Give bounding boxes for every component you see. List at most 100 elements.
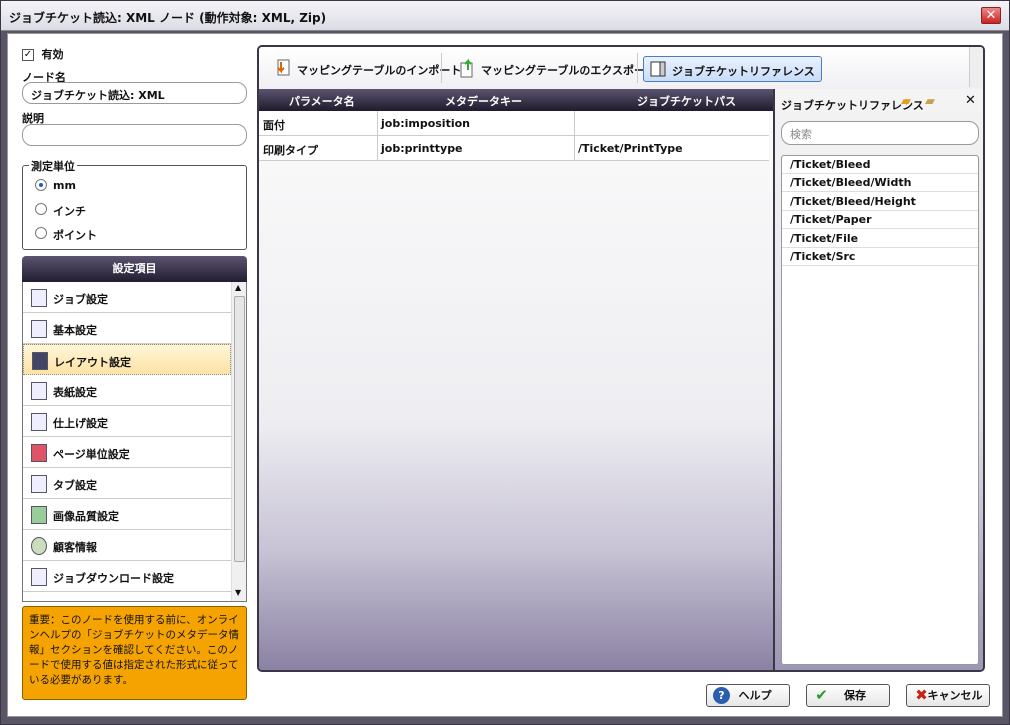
export-icon	[460, 58, 473, 78]
category-label: タブ設定	[53, 479, 97, 492]
help-button-label: ヘルプ	[738, 689, 772, 702]
customer-icon	[31, 537, 47, 555]
reference-close-icon[interactable]: ✕	[965, 93, 976, 108]
category-item-basic[interactable]: 基本設定	[23, 313, 231, 344]
dialog-window: ジョブチケット読込: XML ノード (動作対象: XML, Zip) ✕ ✓ …	[0, 0, 1010, 725]
enabled-checkbox[interactable]: ✓	[22, 49, 34, 61]
cancel-button[interactable]: ✖ キャンセル	[906, 684, 990, 707]
column-header-metadata-key: メタデータキー	[445, 95, 522, 108]
export-mapping-label: マッピングテーブルのエクスポート	[481, 64, 657, 77]
node-name-input[interactable]: ジョブチケット読込: XML	[22, 82, 247, 104]
list-item[interactable]: /Ticket/Bleed/Width	[782, 174, 978, 192]
category-label: 基本設定	[53, 324, 97, 337]
description-input[interactable]	[22, 124, 247, 146]
close-button[interactable]: ✕	[981, 7, 1001, 24]
toolbar-scrollbar[interactable]	[969, 47, 983, 87]
cell-divider	[377, 136, 378, 161]
import-mapping-button[interactable]: マッピングテーブルのインポート	[263, 56, 467, 82]
help-button[interactable]: ? ヘルプ	[706, 684, 790, 707]
layout-icon	[32, 352, 48, 370]
categories-header: 設定項目	[22, 256, 247, 282]
grid-body: 面付 job:imposition 印刷タイプ job:printtype /T…	[259, 111, 773, 670]
unit-radio-point[interactable]	[35, 227, 47, 239]
pages-icon	[31, 444, 47, 462]
category-item-tab[interactable]: タブ設定	[23, 468, 231, 499]
list-icon	[31, 320, 47, 338]
import-icon	[277, 59, 290, 76]
categories-scrollbar[interactable]: ▲ ▼	[231, 282, 246, 601]
job-ticket-reference-toggle[interactable]: ジョブチケットリファレンス	[643, 56, 822, 82]
cover-icon	[31, 382, 47, 400]
cell-divider	[574, 111, 575, 136]
reference-search-input[interactable]: 検索	[781, 121, 979, 145]
document-icon	[31, 289, 47, 307]
category-label: 表紙設定	[53, 386, 97, 399]
column-header-ticket-path: ジョブチケットパス	[637, 95, 736, 108]
category-item-job-download[interactable]: ジョブダウンロード設定	[23, 561, 231, 592]
save-button[interactable]: ✔ 保存	[806, 684, 890, 707]
scroll-up-icon[interactable]: ▲	[235, 283, 241, 292]
unit-label-inch: インチ	[53, 205, 86, 218]
category-label: 画像品質設定	[53, 510, 119, 523]
category-item-page[interactable]: ページ単位設定	[23, 437, 231, 468]
cell-metadata-key: job:printtype	[381, 142, 463, 155]
save-button-label: 保存	[844, 689, 866, 702]
toolbar: マッピングテーブルのインポート マッピングテーブルのエクスポート ジョブチケット…	[259, 47, 983, 89]
categories-list: ジョブ設定 基本設定 レイアウト設定 表紙設定 仕上げ設定 ページ単位設定 タブ…	[22, 282, 247, 602]
list-item[interactable]: /Ticket/Src	[782, 248, 978, 266]
list-item[interactable]: /Ticket/Paper	[782, 211, 978, 229]
table-row[interactable]: 面付 job:imposition	[259, 111, 769, 136]
category-item-image-quality[interactable]: 画像品質設定	[23, 499, 231, 530]
list-item[interactable]: /Ticket/Bleed/Height	[782, 193, 978, 211]
category-item-customer[interactable]: 顧客情報	[23, 530, 231, 561]
category-label: 仕上げ設定	[53, 417, 108, 430]
cancel-x-icon: ✖	[915, 686, 928, 704]
cell-metadata-key: job:imposition	[381, 117, 470, 130]
unit-radio-inch[interactable]	[35, 203, 47, 215]
reference-list: /Ticket/Bleed /Ticket/Bleed/Width /Ticke…	[781, 155, 979, 665]
category-item-job[interactable]: ジョブ設定	[23, 282, 231, 313]
unit-group-label: 測定単位	[29, 158, 77, 174]
image-icon	[31, 506, 47, 524]
open-folder-icon[interactable]: ▰	[901, 94, 911, 109]
category-label: ジョブ設定	[53, 293, 108, 306]
cell-divider	[574, 136, 575, 161]
grid-header: パラメータ名 メタデータキー ジョブチケットパス	[259, 89, 773, 111]
unit-label-point: ポイント	[53, 229, 97, 242]
folder-delete-icon[interactable]: ▰	[925, 94, 935, 109]
title-bar: ジョブチケット読込: XML ノード (動作対象: XML, Zip) ✕	[1, 1, 1009, 31]
category-item-cover[interactable]: 表紙設定	[23, 375, 231, 406]
mapping-panel: マッピングテーブルのインポート マッピングテーブルのエクスポート ジョブチケット…	[257, 45, 985, 672]
enabled-label: 有効	[41, 48, 64, 61]
category-item-layout[interactable]: レイアウト設定	[23, 344, 231, 375]
unit-label-mm: mm	[53, 179, 76, 192]
toolbar-separator	[441, 53, 442, 83]
cell-param: 印刷タイプ	[263, 144, 318, 157]
window-title: ジョブチケット読込: XML ノード (動作対象: XML, Zip)	[9, 11, 327, 25]
column-header-param: パラメータ名	[289, 95, 355, 108]
cell-ticket-path: /Ticket/PrintType	[578, 142, 683, 155]
category-label: 顧客情報	[53, 541, 97, 554]
finishing-icon	[31, 413, 47, 431]
enabled-checkbox-row[interactable]: ✓ 有効	[22, 46, 64, 62]
cell-param: 面付	[263, 119, 285, 132]
scroll-thumb[interactable]	[234, 296, 245, 562]
table-row[interactable]: 印刷タイプ job:printtype /Ticket/PrintType	[259, 136, 769, 161]
list-item[interactable]: /Ticket/File	[782, 230, 978, 248]
reference-panel: ジョブチケットリファレンス ▰ ▰ ✕ 検索 /Ticket/Bleed /Ti…	[773, 89, 983, 670]
cell-divider	[377, 111, 378, 136]
unit-radio-mm[interactable]	[35, 179, 47, 191]
toolbar-separator	[637, 53, 638, 83]
dialog-client: ✓ 有効 ノード名 ジョブチケット読込: XML 説明 測定単位 mm インチ …	[7, 33, 1003, 717]
job-ticket-reference-label: ジョブチケットリファレンス	[672, 65, 815, 78]
unit-group: 測定単位 mm インチ ポイント	[22, 158, 247, 250]
category-label: ジョブダウンロード設定	[53, 572, 174, 585]
category-label: ページ単位設定	[53, 448, 130, 461]
checkmark-icon: ✔	[815, 686, 828, 704]
import-mapping-label: マッピングテーブルのインポート	[297, 64, 462, 77]
export-mapping-button[interactable]: マッピングテーブルのエクスポート	[447, 56, 662, 82]
list-item[interactable]: /Ticket/Bleed	[782, 156, 978, 174]
category-item-finishing[interactable]: 仕上げ設定	[23, 406, 231, 437]
scroll-down-icon[interactable]: ▼	[235, 588, 241, 597]
help-icon: ?	[713, 687, 730, 704]
